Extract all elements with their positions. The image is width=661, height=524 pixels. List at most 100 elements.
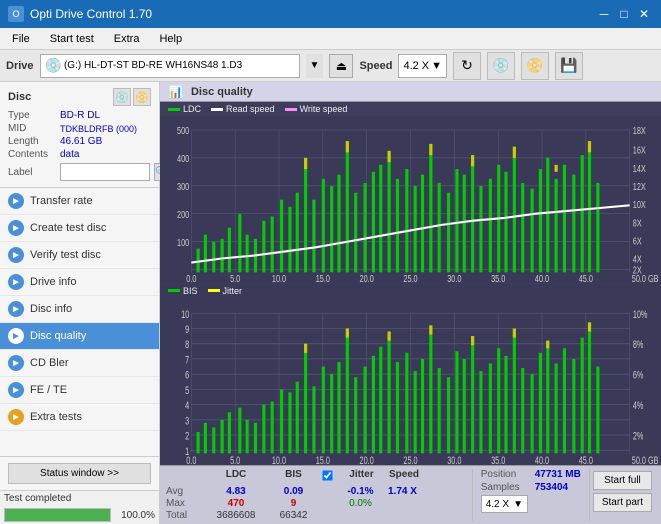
disc-mid-value: TDKBLDRFB (000) bbox=[60, 124, 137, 134]
sidebar-item-transfer-rate[interactable]: ► Transfer rate bbox=[0, 188, 159, 215]
svg-text:20.0: 20.0 bbox=[360, 273, 374, 283]
sidebar-item-disc-quality[interactable]: ► Disc quality bbox=[0, 323, 159, 350]
start-part-button[interactable]: Start part bbox=[593, 493, 652, 512]
bis-legend-color bbox=[168, 289, 180, 292]
checkbox-area bbox=[321, 469, 334, 485]
menubar: File Start test Extra Help bbox=[0, 28, 661, 50]
lower-chart-area: BIS Jitter bbox=[160, 284, 661, 466]
svg-text:0.0: 0.0 bbox=[186, 454, 196, 465]
drive-dropdown-arrow[interactable]: ▼ bbox=[306, 54, 324, 78]
read-speed-legend-color bbox=[211, 108, 223, 111]
drive-select[interactable]: 💿 (G:) HL-DT-ST BD-RE WH16NS48 1.D3 bbox=[40, 54, 300, 78]
stats-max-row: Max 470 9 0.0% bbox=[166, 498, 472, 509]
disc-info-icon: ► bbox=[8, 301, 24, 317]
progress-percent: 100.0% bbox=[115, 510, 155, 521]
avg-label: Avg bbox=[166, 486, 206, 497]
disc-label-label: Label bbox=[8, 167, 56, 178]
menu-file[interactable]: File bbox=[4, 31, 38, 47]
svg-text:18X: 18X bbox=[633, 125, 646, 136]
sidebar-item-drive-info[interactable]: ► Drive info bbox=[0, 269, 159, 296]
disc-mid-label: MID bbox=[8, 123, 56, 134]
svg-text:500: 500 bbox=[177, 125, 189, 136]
position-row: Position 47731 MB bbox=[481, 469, 581, 480]
sidebar-item-cd-bler[interactable]: ► CD Bler bbox=[0, 350, 159, 377]
drive-label: Drive bbox=[6, 60, 34, 72]
svg-text:40.0: 40.0 bbox=[535, 273, 549, 283]
svg-text:40.0: 40.0 bbox=[535, 454, 549, 465]
info-section: Position 47731 MB Samples 753404 4.2 X ▼ bbox=[472, 469, 589, 521]
svg-text:10.0: 10.0 bbox=[272, 273, 286, 283]
titlebar: O Opti Drive Control 1.70 ─ □ ✕ bbox=[0, 0, 661, 28]
bis-legend-label: BIS bbox=[183, 286, 198, 296]
sidebar-item-fe-te[interactable]: ► FE / TE bbox=[0, 377, 159, 404]
drive-info-label: Drive info bbox=[30, 276, 76, 288]
disc-contents-row: Contents data bbox=[8, 149, 151, 160]
disc-icon-button[interactable]: 💿 bbox=[487, 52, 515, 80]
menu-start-test[interactable]: Start test bbox=[42, 31, 102, 47]
disc-mid-row: MID TDKBLDRFB (000) bbox=[8, 123, 151, 134]
sidebar-item-verify-test-disc[interactable]: ► Verify test disc bbox=[0, 242, 159, 269]
verify-test-disc-icon: ► bbox=[8, 247, 24, 263]
svg-text:4X: 4X bbox=[633, 254, 642, 265]
jitter-checkbox[interactable] bbox=[322, 470, 332, 480]
svg-text:30.0: 30.0 bbox=[447, 454, 461, 465]
svg-text:4%: 4% bbox=[633, 399, 644, 411]
svg-text:15.0: 15.0 bbox=[316, 273, 330, 283]
svg-text:400: 400 bbox=[177, 153, 189, 164]
speed-select[interactable]: 4.2 X ▼ bbox=[398, 54, 447, 78]
speed-dropdown-arrow: ▼ bbox=[513, 499, 523, 510]
legend-read-speed: Read speed bbox=[211, 104, 275, 114]
svg-text:7: 7 bbox=[185, 354, 189, 366]
nav-items: ► Transfer rate ► Create test disc ► Ver… bbox=[0, 188, 159, 456]
svg-text:6%: 6% bbox=[633, 369, 644, 381]
disc-icon2[interactable]: 📀 bbox=[133, 88, 151, 106]
svg-text:4: 4 bbox=[185, 399, 189, 411]
minimize-button[interactable]: ─ bbox=[595, 5, 613, 23]
speed-dropdown[interactable]: 4.2 X ▼ bbox=[481, 495, 528, 513]
menu-extra[interactable]: Extra bbox=[106, 31, 148, 47]
disc2-icon-button[interactable]: 📀 bbox=[521, 52, 549, 80]
sidebar-item-extra-tests[interactable]: ► Extra tests bbox=[0, 404, 159, 431]
disc-icon1[interactable]: 💿 bbox=[113, 88, 131, 106]
save-button[interactable]: 💾 bbox=[555, 52, 583, 80]
svg-text:100: 100 bbox=[177, 237, 189, 248]
eject-button[interactable]: ⏏ bbox=[329, 54, 353, 78]
lower-chart-svg-container: 10 9 8 7 6 5 4 3 2 1 10% 8% 6% 4% 2% bbox=[160, 298, 661, 466]
svg-text:50.0 GB: 50.0 GB bbox=[632, 273, 659, 283]
svg-text:8%: 8% bbox=[633, 338, 644, 350]
position-value: 47731 MB bbox=[535, 469, 581, 480]
titlebar-controls: ─ □ ✕ bbox=[595, 5, 653, 23]
disc-info-label: Disc info bbox=[30, 303, 72, 315]
fe-te-icon: ► bbox=[8, 382, 24, 398]
maximize-button[interactable]: □ bbox=[615, 5, 633, 23]
status-window-button[interactable]: Status window >> bbox=[8, 463, 151, 484]
svg-text:9: 9 bbox=[185, 323, 189, 335]
max-ldc: 470 bbox=[206, 498, 266, 509]
upper-chart-svg: 500 400 300 200 100 18X 16X 14X 12X 10X … bbox=[160, 116, 661, 284]
close-button[interactable]: ✕ bbox=[635, 5, 653, 23]
write-speed-legend-label: Write speed bbox=[300, 104, 348, 114]
avg-bis: 0.09 bbox=[266, 486, 321, 497]
total-bis: 66342 bbox=[266, 510, 321, 521]
disc-length-row: Length 46.61 GB bbox=[8, 136, 151, 147]
svg-text:12X: 12X bbox=[633, 181, 646, 192]
svg-text:8: 8 bbox=[185, 338, 189, 350]
upper-chart-svg-container: 500 400 300 200 100 18X 16X 14X 12X 10X … bbox=[160, 116, 661, 284]
verify-test-disc-label: Verify test disc bbox=[30, 249, 101, 261]
sidebar-item-create-test-disc[interactable]: ► Create test disc bbox=[0, 215, 159, 242]
start-full-button[interactable]: Start full bbox=[593, 471, 652, 490]
cd-bler-icon: ► bbox=[8, 355, 24, 371]
status-text: Test completed bbox=[4, 493, 71, 504]
svg-text:20.0: 20.0 bbox=[360, 454, 374, 465]
upper-chart-area: LDC Read speed Write speed bbox=[160, 102, 661, 284]
svg-text:5.0: 5.0 bbox=[230, 273, 240, 283]
extra-tests-label: Extra tests bbox=[30, 411, 82, 423]
refresh-button[interactable]: ↻ bbox=[453, 52, 481, 80]
sidebar-item-disc-info[interactable]: ► Disc info bbox=[0, 296, 159, 323]
jitter-legend-color bbox=[208, 289, 220, 292]
disc-length-value: 46.61 GB bbox=[60, 136, 102, 147]
app-icon: O bbox=[8, 6, 24, 22]
disc-label-input[interactable] bbox=[60, 163, 150, 181]
progress-bar-fill bbox=[5, 509, 110, 521]
menu-help[interactable]: Help bbox=[151, 31, 190, 47]
